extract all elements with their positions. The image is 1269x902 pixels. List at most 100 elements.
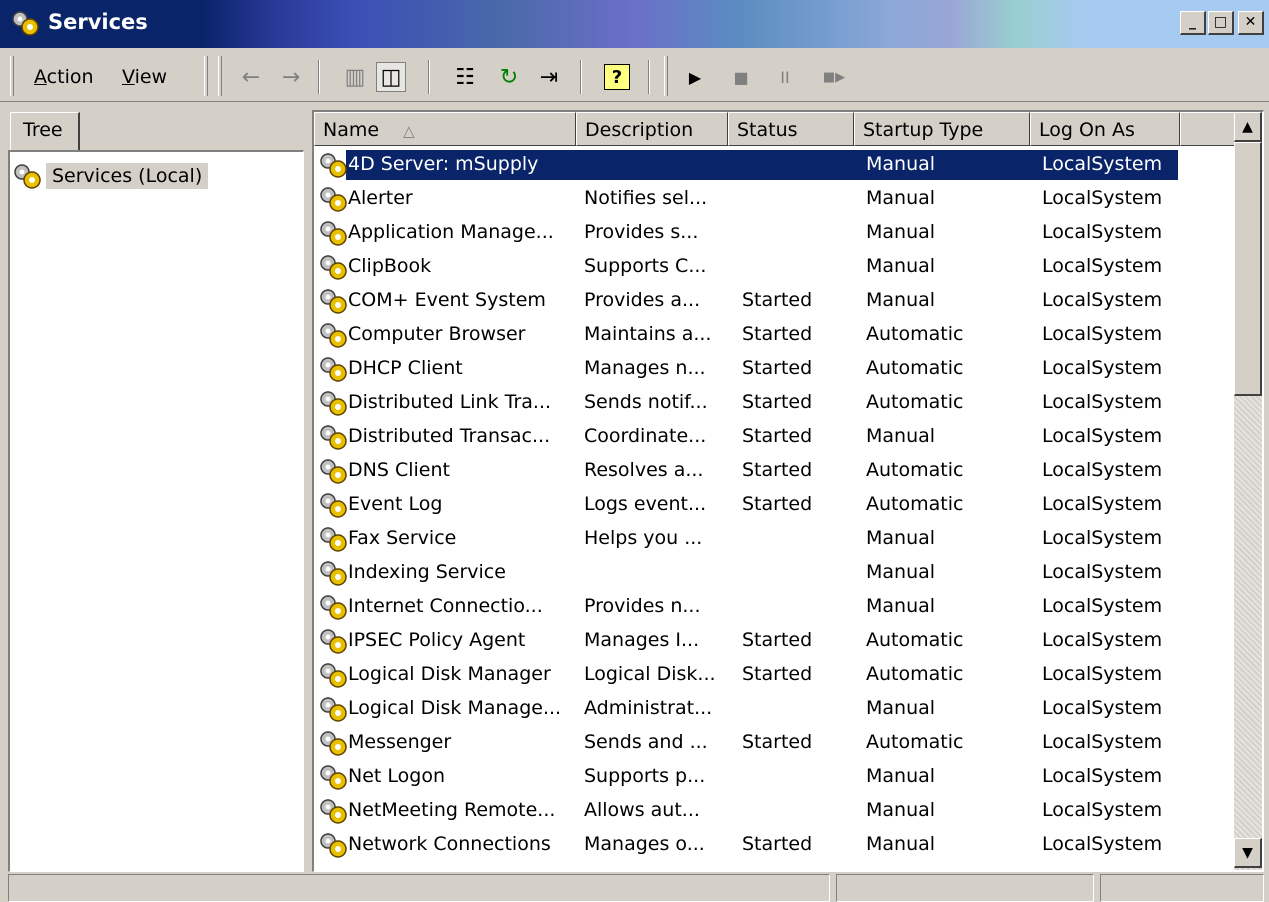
service-log-on-as: LocalSystem	[1042, 357, 1163, 379]
service-name: NetMeeting Remote...	[348, 799, 556, 821]
service-description: Allows aut...	[584, 799, 700, 821]
help-icon[interactable]: ?	[604, 64, 630, 90]
toolbar-separator	[648, 60, 650, 94]
service-name: Internet Connectio...	[348, 595, 543, 617]
menu-view-accelerator: V	[122, 66, 135, 88]
service-name: ClipBook	[348, 255, 432, 277]
service-log-on-as: LocalSystem	[1042, 527, 1163, 549]
menu-action[interactable]: Action	[34, 66, 94, 88]
toolbar-grip[interactable]	[10, 56, 14, 96]
export-list-icon[interactable]: ⇥	[534, 62, 564, 92]
service-row[interactable]: Net Logon Supports p... Manual LocalSystem	[314, 760, 1234, 794]
service-startup-type: Manual	[866, 221, 936, 243]
service-gears-icon	[320, 221, 347, 246]
scroll-thumb[interactable]	[1234, 142, 1262, 396]
service-row[interactable]: DNS Client Resolves a... Started Automatic L…	[314, 454, 1234, 488]
service-row[interactable]: Internet Connectio... Provides n... Manual…	[314, 590, 1234, 624]
refresh-icon[interactable]: ↻	[494, 62, 524, 92]
toolbar-grip[interactable]	[664, 56, 668, 96]
start-service-icon[interactable]: ▶	[680, 62, 710, 92]
column-header-status[interactable]: Status	[728, 112, 854, 146]
service-name: Network Connections	[348, 833, 551, 855]
menu-view[interactable]: View	[122, 66, 167, 88]
service-gears-icon	[320, 527, 347, 552]
service-gears-icon	[320, 799, 347, 824]
stop-service-icon[interactable]: ■	[726, 62, 756, 92]
service-row[interactable]: ClipBook Supports C... Manual LocalSystem	[314, 250, 1234, 284]
service-row[interactable]: Logical Disk Manage... Administrat... Manu…	[314, 692, 1234, 726]
tree-item-label: Services (Local)	[46, 163, 209, 189]
services-gears-icon	[12, 11, 39, 36]
service-description: Manages n...	[584, 357, 706, 379]
service-status: Started	[742, 425, 813, 447]
service-name: Distributed Transac...	[348, 425, 551, 447]
vertical-scrollbar[interactable]: ▲ ▼	[1234, 112, 1262, 870]
sort-ascending-icon: △	[403, 122, 415, 140]
toolbar-grip[interactable]	[204, 56, 208, 96]
service-description: Maintains a...	[584, 323, 712, 345]
service-row[interactable]: DHCP Client Manages n... Started Automatic L…	[314, 352, 1234, 386]
service-log-on-as: LocalSystem	[1042, 187, 1163, 209]
service-startup-type: Manual	[866, 527, 936, 549]
service-row[interactable]: COM+ Event System Provides a... Started Man…	[314, 284, 1234, 318]
service-row[interactable]: Computer Browser Maintains a... Started Aut…	[314, 318, 1234, 352]
toolbar-grip[interactable]	[218, 56, 222, 96]
service-description: Manages I...	[584, 629, 700, 651]
scroll-up-button[interactable]: ▲	[1234, 112, 1262, 142]
service-name: IPSEC Policy Agent	[348, 629, 526, 651]
service-description: Sends notif...	[584, 391, 708, 413]
service-row[interactable]: Application Manage... Provides s... Manual…	[314, 216, 1234, 250]
minimize-button[interactable]: _	[1180, 11, 1206, 35]
service-row[interactable]: IPSEC Policy Agent Manages I... Started Aut…	[314, 624, 1234, 658]
back-arrow-icon[interactable]: ←	[236, 62, 266, 92]
column-header-description[interactable]: Description	[576, 112, 728, 146]
service-gears-icon	[320, 561, 347, 586]
service-startup-type: Manual	[866, 187, 936, 209]
toolbar-separator	[580, 60, 582, 94]
service-row[interactable]: Network Connections Manages o... Started Ma…	[314, 828, 1234, 862]
tab-tree[interactable]: Tree	[10, 112, 80, 152]
tree-item-services-local[interactable]: Services (Local)	[12, 160, 209, 192]
service-gears-icon	[320, 833, 347, 858]
service-startup-type: Manual	[866, 255, 936, 277]
service-description: Provides n...	[584, 595, 701, 617]
service-row[interactable]: 4D Server: mSupply Manual LocalSystem	[314, 148, 1234, 182]
service-row[interactable]: Logical Disk Manager Logical Disk... Start…	[314, 658, 1234, 692]
pause-service-icon[interactable]: II	[770, 62, 800, 92]
restart-service-icon[interactable]: ■▶	[814, 62, 854, 92]
service-name: Alerter	[348, 187, 413, 209]
service-row[interactable]: Distributed Transac... Coordinate... Start…	[314, 420, 1234, 454]
service-startup-type: Automatic	[866, 629, 964, 651]
column-header-log-on-as[interactable]: Log On As	[1030, 112, 1180, 146]
service-log-on-as: LocalSystem	[1042, 765, 1163, 787]
up-folder-icon[interactable]: ▥	[340, 62, 370, 92]
service-row[interactable]: Alerter Notifies sel... Manual LocalSystem	[314, 182, 1234, 216]
service-name: Logical Disk Manager	[348, 663, 551, 685]
title-bar[interactable]: Services _ □ ✕	[0, 0, 1269, 48]
service-gears-icon	[320, 595, 347, 620]
service-startup-type: Manual	[866, 425, 936, 447]
service-log-on-as: LocalSystem	[1042, 629, 1163, 651]
scroll-down-button[interactable]: ▼	[1234, 838, 1262, 868]
column-header-name[interactable]: Name △	[314, 112, 576, 146]
service-row[interactable]: Distributed Link Tra... Sends notif... Sta…	[314, 386, 1234, 420]
service-row[interactable]: Fax Service Helps you ... Manual LocalSyste…	[314, 522, 1234, 556]
column-header-startup-type[interactable]: Startup Type	[854, 112, 1030, 146]
maximize-button[interactable]: □	[1208, 11, 1234, 35]
properties-icon[interactable]: ☷	[450, 62, 480, 92]
service-log-on-as: LocalSystem	[1042, 697, 1163, 719]
service-description: Provides a...	[584, 289, 701, 311]
show-hide-tree-icon[interactable]: ◫	[376, 62, 406, 92]
service-description: Administrat...	[584, 697, 713, 719]
close-button[interactable]: ✕	[1238, 11, 1264, 35]
service-log-on-as: LocalSystem	[1042, 459, 1163, 481]
service-name: Logical Disk Manage...	[348, 697, 562, 719]
service-row[interactable]: NetMeeting Remote... Allows aut... Manual L…	[314, 794, 1234, 828]
service-row[interactable]: Event Log Logs event... Started Automatic Lo…	[314, 488, 1234, 522]
service-row[interactable]: Messenger Sends and ... Started Automatic Lo…	[314, 726, 1234, 760]
service-name: COM+ Event System	[348, 289, 546, 311]
forward-arrow-icon[interactable]: →	[276, 62, 306, 92]
service-description: Supports C...	[584, 255, 707, 277]
service-name: Distributed Link Tra...	[348, 391, 552, 413]
service-row[interactable]: Indexing Service Manual LocalSystem	[314, 556, 1234, 590]
